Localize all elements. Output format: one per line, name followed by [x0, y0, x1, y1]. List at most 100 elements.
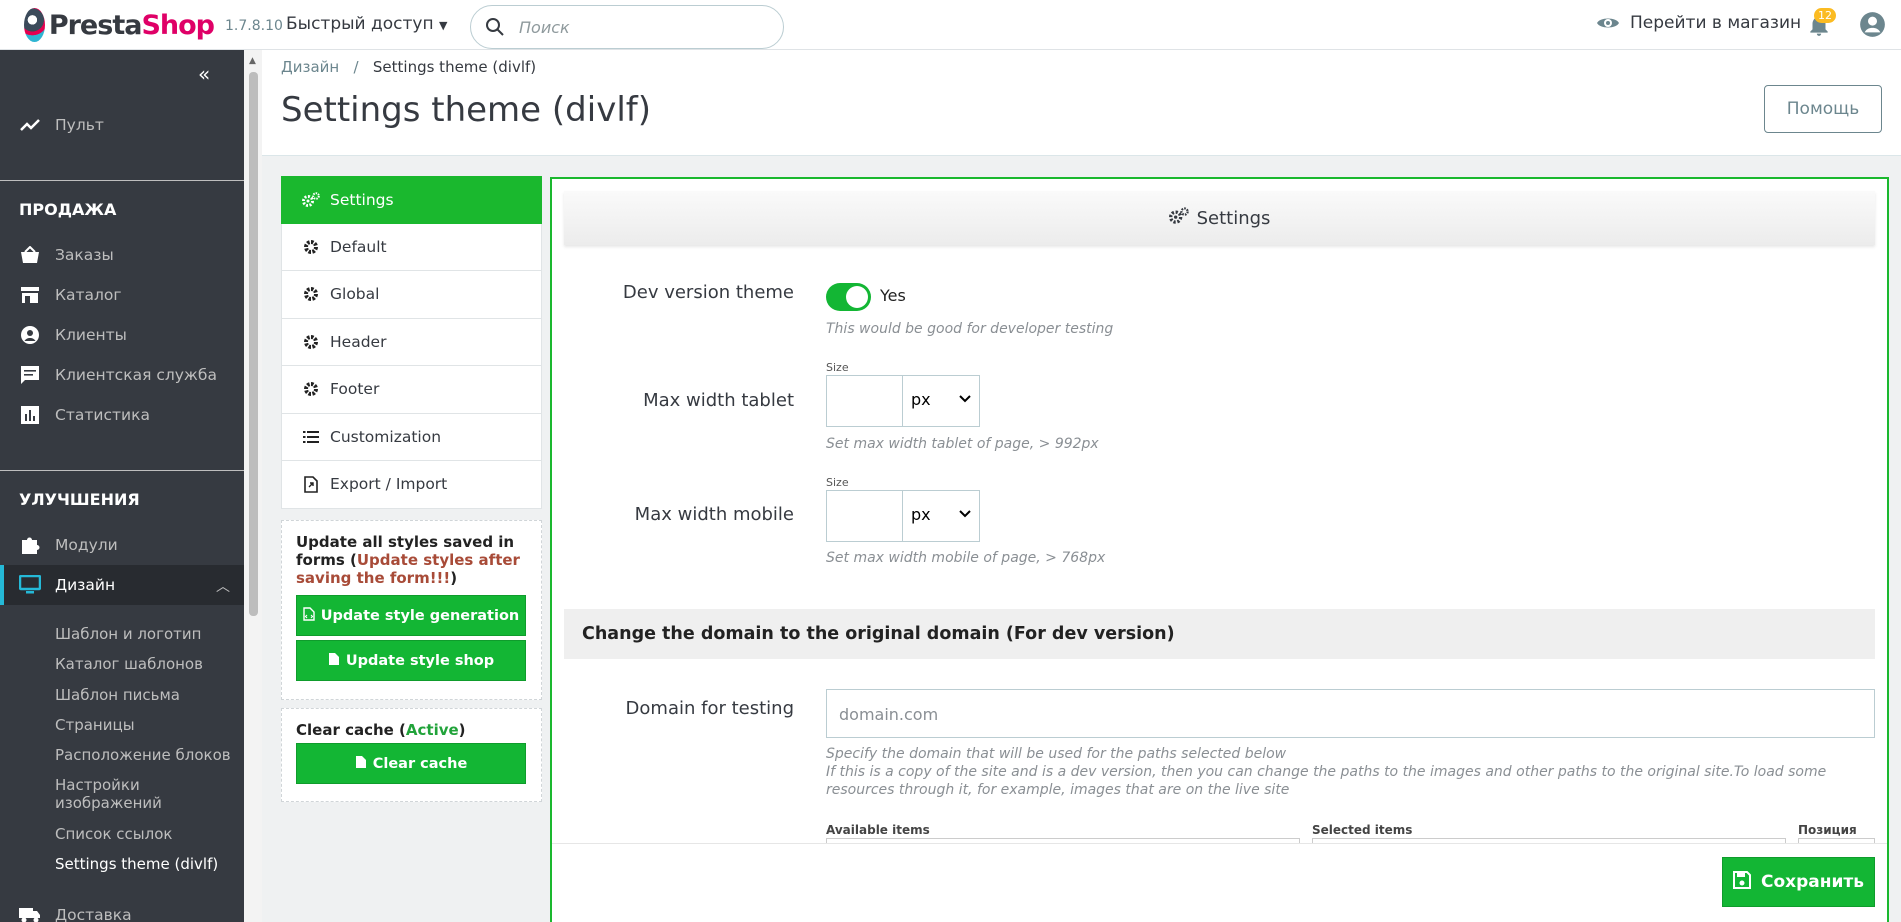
mobile-size-caption: Size	[826, 476, 849, 489]
sidebar-item-stats[interactable]: Статистика	[0, 395, 244, 435]
position-header: Позиция	[1798, 823, 1857, 837]
sidebar-item-design[interactable]: Дизайн ︿	[0, 565, 244, 605]
breadcrumb-separator: /	[353, 58, 359, 76]
scrollbar-thumb[interactable]	[249, 72, 258, 616]
truck-icon	[19, 904, 41, 922]
basket-icon	[19, 244, 41, 266]
gear-icon	[302, 333, 320, 351]
collapse-sidebar-icon[interactable]: «	[198, 62, 210, 86]
tab-settings[interactable]: Settings	[281, 176, 542, 224]
update-style-shop-button[interactable]: Update style shop	[296, 640, 526, 681]
file-icon	[328, 652, 340, 670]
save-button[interactable]: Сохранить	[1722, 857, 1875, 907]
available-items-header: Available items	[826, 823, 930, 837]
page-title: Settings theme (divlf)	[281, 90, 651, 130]
clear-cache-status-text: Clear cache (Active)	[296, 721, 466, 739]
sidebar-item-dashboard[interactable]: Пульт	[0, 105, 244, 145]
max-width-mobile-input[interactable]	[827, 491, 903, 541]
sidebar-subitem-settings-theme[interactable]: Settings theme (divlf)	[55, 855, 235, 873]
sidebar-item-customers[interactable]: Клиенты	[0, 315, 244, 355]
tab-global[interactable]: Global	[281, 271, 542, 319]
max-width-mobile-help: Set max width mobile of page, > 768px	[826, 550, 1106, 566]
max-width-tablet-unit-select[interactable]: px	[911, 390, 931, 409]
store-icon	[19, 284, 41, 306]
domain-input[interactable]: domain.com	[826, 689, 1875, 738]
max-width-mobile-group: px	[826, 490, 980, 542]
account-circle-icon	[19, 324, 41, 346]
bar-chart-icon	[19, 404, 41, 426]
max-width-tablet-label: Max width tablet	[643, 390, 794, 411]
tab-footer[interactable]: Footer	[281, 366, 542, 414]
divider	[0, 470, 244, 471]
divider	[0, 180, 244, 181]
file-code-icon	[303, 606, 315, 625]
sidebar-subitem-theme-logo[interactable]: Шаблон и логотип	[55, 625, 235, 643]
section-heading-domain: Change the domain to the original domain…	[564, 609, 1875, 659]
sidebar-subitem-theme-catalog[interactable]: Каталог шаблонов	[55, 655, 235, 673]
sidebar-nav: « Пульт ПРОДАЖА Заказы Каталог Клиенты К…	[0, 50, 244, 922]
max-width-mobile-unit-select[interactable]: px	[911, 505, 931, 524]
sidebar-subitem-positions[interactable]: Расположение блоков	[55, 746, 235, 764]
save-icon	[1732, 870, 1751, 894]
cogs-icon	[302, 191, 320, 209]
eye-icon	[1597, 18, 1619, 28]
view-shop-link[interactable]: Перейти в магазин	[1596, 13, 1801, 33]
section-sell-heading: ПРОДАЖА	[19, 200, 117, 219]
tab-default[interactable]: Default	[281, 223, 542, 271]
top-bar: PrestaShop 1.7.8.10 Быстрый доступ ▼ Пои…	[0, 0, 1901, 50]
logo-text: PrestaShop	[48, 9, 215, 41]
sidebar-subitem-email-theme[interactable]: Шаблон письма	[55, 686, 235, 704]
quick-access-dropdown[interactable]: Быстрый доступ ▼	[286, 14, 447, 34]
user-account-icon[interactable]	[1859, 11, 1886, 38]
max-width-mobile-label: Max width mobile	[634, 504, 794, 525]
search-placeholder: Поиск	[519, 18, 570, 37]
section-improve-heading: УЛУЧШЕНИЯ	[19, 490, 140, 509]
caret-down-icon: ▼	[439, 19, 448, 32]
chevron-down-icon	[959, 395, 971, 403]
max-width-tablet-help: Set max width tablet of page, > 992px	[826, 436, 1099, 452]
sidebar-item-customer-service[interactable]: Клиентская служба	[0, 355, 244, 395]
update-styles-box: Update all styles saved in forms (Update…	[281, 520, 542, 700]
dev-version-help: This would be good for developer testing	[826, 321, 1114, 337]
trending-up-icon	[19, 114, 41, 136]
sidebar-item-shipping[interactable]: Доставка	[0, 895, 244, 922]
search-input[interactable]: Поиск	[470, 5, 784, 49]
sidebar-subitem-link-list[interactable]: Список ссылок	[55, 825, 235, 843]
domain-help-2: If this is a copy of the site and is a d…	[826, 764, 1827, 798]
tab-export-import[interactable]: Export / Import	[281, 461, 542, 509]
help-button[interactable]: Помощь	[1764, 85, 1882, 133]
panel-heading: Settings	[564, 191, 1875, 245]
sidebar-item-catalog[interactable]: Каталог	[0, 275, 244, 315]
search-icon	[486, 18, 504, 36]
monitor-icon	[19, 574, 41, 596]
scroll-up-arrow-icon[interactable]: ▲	[249, 56, 256, 66]
dev-version-value: Yes	[880, 286, 906, 305]
prestashop-logo[interactable]: PrestaShop	[24, 7, 215, 43]
sidebar-scrollbar[interactable]: ▲	[244, 50, 262, 922]
list-icon	[302, 428, 320, 446]
sidebar-subitem-pages[interactable]: Страницы	[55, 716, 235, 734]
tab-customization[interactable]: Customization	[281, 413, 542, 461]
file-export-icon	[302, 475, 320, 493]
tab-header[interactable]: Header	[281, 318, 542, 366]
domain-help-1: Specify the domain that will be used for…	[826, 746, 1287, 762]
update-styles-text: Update all styles saved in forms (Update…	[296, 533, 520, 587]
settings-panel: Settings Dev version theme Yes This woul…	[550, 177, 1889, 922]
gear-icon	[302, 380, 320, 398]
chevron-down-icon	[959, 510, 971, 518]
puzzle-icon	[19, 534, 41, 556]
update-style-generation-button[interactable]: Update style generation	[296, 595, 526, 636]
sidebar-item-orders[interactable]: Заказы	[0, 235, 244, 275]
clear-cache-button[interactable]: Clear cache	[296, 743, 526, 784]
dev-version-toggle[interactable]	[826, 283, 871, 311]
dev-version-label: Dev version theme	[622, 282, 794, 303]
notification-count-badge: 12	[1814, 8, 1836, 23]
sidebar-item-modules[interactable]: Модули	[0, 525, 244, 565]
file-icon	[355, 755, 367, 773]
breadcrumb-design-link[interactable]: Дизайн	[281, 58, 339, 76]
cogs-icon	[1168, 206, 1189, 230]
version-number: 1.7.8.10	[225, 18, 283, 34]
sidebar-subitem-image-settings[interactable]: Настройки изображений	[55, 776, 235, 812]
max-width-tablet-input[interactable]	[827, 376, 903, 426]
max-width-tablet-group: px	[826, 375, 980, 427]
